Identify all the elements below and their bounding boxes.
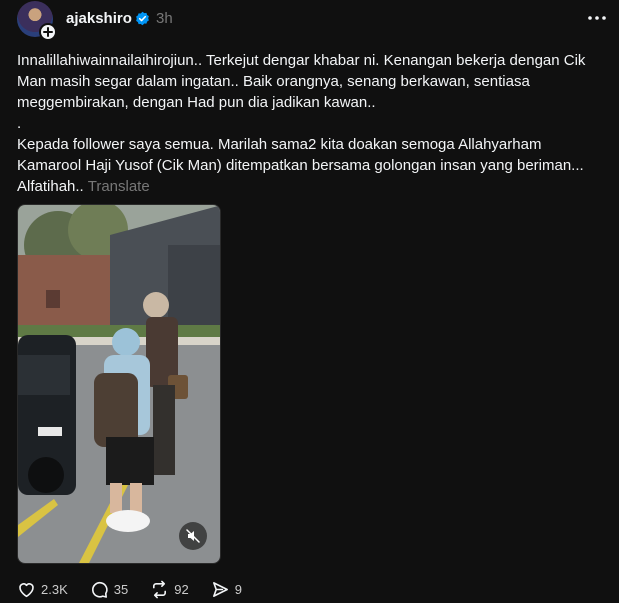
share-button[interactable]: 9 <box>211 580 242 599</box>
speaker-muted-icon <box>186 529 200 543</box>
post-paragraph: Kepada follower saya semua. Marilah sama… <box>17 134 609 197</box>
like-count: 2.3K <box>41 581 68 597</box>
mute-toggle-button[interactable] <box>179 522 207 550</box>
reply-button[interactable]: 35 <box>90 580 128 599</box>
post-video[interactable] <box>17 204 221 564</box>
avatar[interactable] <box>17 1 57 41</box>
post-timestamp[interactable]: 3h <box>156 10 173 27</box>
like-button[interactable]: 2.3K <box>17 580 68 599</box>
thread-post: ajakshiro 3h Innalillahiwainnailaihiroji… <box>0 0 619 603</box>
repost-button[interactable]: 92 <box>150 580 189 599</box>
more-horizontal-icon <box>588 16 606 20</box>
post-text: Innalillahiwainnailaihirojiun.. Terkejut… <box>17 50 609 197</box>
verified-badge-icon <box>136 11 149 26</box>
post-paragraph: . <box>17 115 22 132</box>
follow-plus-icon[interactable] <box>39 23 57 41</box>
heart-icon <box>19 582 34 597</box>
post-paragraph: Innalillahiwainnailaihirojiun.. Terkejut… <box>17 52 586 111</box>
more-options-button[interactable] <box>586 8 608 28</box>
repost-icon <box>153 580 167 598</box>
repost-count: 92 <box>174 581 189 597</box>
comment-icon <box>91 581 108 598</box>
username[interactable]: ajakshiro <box>66 10 132 27</box>
send-icon <box>212 581 228 597</box>
reply-count: 35 <box>113 581 129 597</box>
share-count: 9 <box>234 581 242 597</box>
video-frame <box>18 205 220 563</box>
post-actions: 2.3K 35 92 9 <box>17 578 264 600</box>
translate-link[interactable]: Translate <box>88 178 150 195</box>
